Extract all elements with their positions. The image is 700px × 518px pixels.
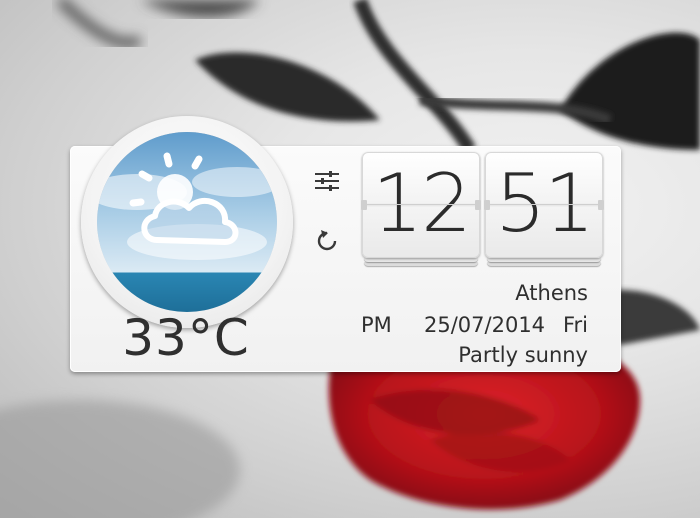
weather-sky-image <box>97 132 277 312</box>
weather-condition-label: Partly sunny <box>458 343 588 367</box>
sliders-icon <box>315 171 339 191</box>
weather-badge[interactable] <box>81 116 293 328</box>
date-label: 25/07/2014 <box>424 313 546 337</box>
refresh-button[interactable] <box>312 226 342 256</box>
clock-hours[interactable]: 12 <box>361 152 481 268</box>
ampm-label: PM <box>361 313 392 337</box>
refresh-icon <box>317 230 337 251</box>
clock-minutes[interactable]: 51 <box>484 152 604 268</box>
weekday-label: Fri <box>562 313 588 337</box>
temperature-label: 33°C <box>122 309 250 367</box>
hinge-right <box>475 200 481 210</box>
settings-button[interactable] <box>312 166 342 196</box>
hinge-left <box>484 200 490 210</box>
hinge-left <box>361 200 367 210</box>
hinge-right <box>598 200 604 210</box>
city-label[interactable]: Athens <box>515 280 588 306</box>
